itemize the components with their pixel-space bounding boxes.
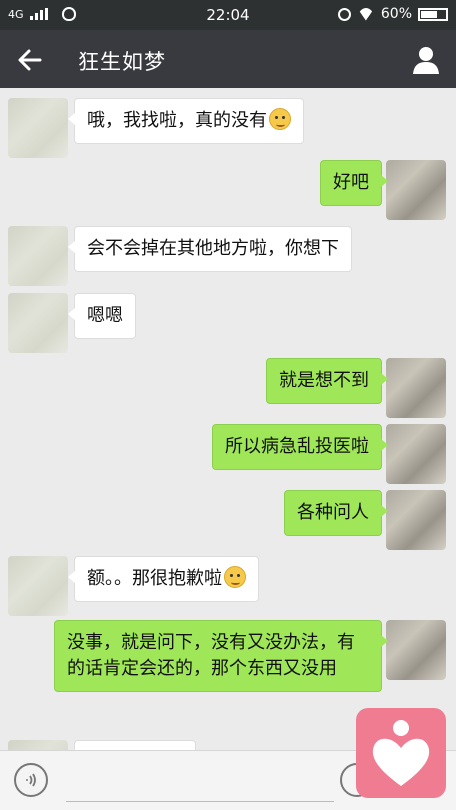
message-text: 额。。那很抱歉啦 — [87, 568, 222, 589]
message-text: 好吧 — [333, 172, 369, 193]
message-text: 所以病急乱投医啦 — [225, 436, 369, 457]
my-avatar[interactable] — [386, 620, 446, 680]
message-text: 就是想不到 — [279, 370, 369, 391]
contact-avatar[interactable] — [8, 226, 68, 286]
voice-button[interactable] — [14, 763, 48, 797]
battery-icon — [418, 7, 448, 21]
message-received[interactable]: 额。。那很抱歉啦 — [68, 556, 259, 602]
emoji-icon — [269, 108, 291, 130]
emoji-icon — [224, 566, 246, 588]
message-sent[interactable]: 好吧 — [320, 160, 388, 206]
my-avatar[interactable] — [386, 490, 446, 550]
message-received[interactable]: 嗯嗯 — [68, 293, 136, 339]
message-received[interactable]: 哦，我找啦，真的没有 — [68, 98, 304, 144]
nav-bar: 狂生如梦 — [0, 30, 456, 88]
my-avatar[interactable] — [386, 424, 446, 484]
message-text: 各种问人 — [297, 502, 369, 523]
contact-avatar[interactable] — [8, 98, 68, 158]
status-bar: 4G 22:04 60% — [0, 0, 456, 30]
back-button[interactable] — [14, 44, 46, 76]
message-received[interactable] — [74, 740, 196, 750]
message-text: 嗯嗯 — [87, 305, 123, 326]
person-icon — [413, 47, 439, 74]
voice-icon — [26, 773, 36, 787]
arrow-left-icon — [18, 49, 42, 71]
profile-button[interactable] — [410, 44, 442, 76]
message-text: 哦，我找啦，真的没有 — [87, 110, 267, 131]
message-text: 没事，就是问下，没有又没办法，有的话肯定会还的，那个东西又没用 — [67, 632, 355, 679]
my-avatar[interactable] — [386, 160, 446, 220]
message-input[interactable] — [66, 763, 334, 802]
floating-heart-button[interactable] — [356, 708, 446, 798]
heart-icon — [372, 720, 430, 786]
message-sent[interactable]: 各种问人 — [284, 490, 388, 536]
chat-title: 狂生如梦 — [78, 50, 166, 74]
contact-avatar[interactable] — [8, 740, 68, 750]
my-avatar[interactable] — [386, 358, 446, 418]
message-text: 会不会掉在其他地方啦，你想下 — [87, 238, 339, 259]
message-received[interactable]: 会不会掉在其他地方啦，你想下 — [68, 226, 352, 272]
status-right: 60% — [337, 6, 448, 22]
battery-percent: 60% — [380, 6, 412, 22]
alarm-icon — [337, 7, 351, 21]
contact-avatar[interactable] — [8, 556, 68, 616]
wifi-icon — [357, 8, 375, 21]
chat-area[interactable]: 哦，我找啦，真的没有 好吧 会不会掉在其他地方啦，你想下 嗯嗯 就是想不到 所以… — [0, 88, 456, 750]
message-sent[interactable]: 所以病急乱投医啦 — [212, 424, 388, 470]
contact-avatar[interactable] — [8, 293, 68, 353]
message-sent[interactable]: 就是想不到 — [266, 358, 388, 404]
message-sent[interactable]: 没事，就是问下，没有又没办法，有的话肯定会还的，那个东西又没用 — [54, 620, 388, 692]
